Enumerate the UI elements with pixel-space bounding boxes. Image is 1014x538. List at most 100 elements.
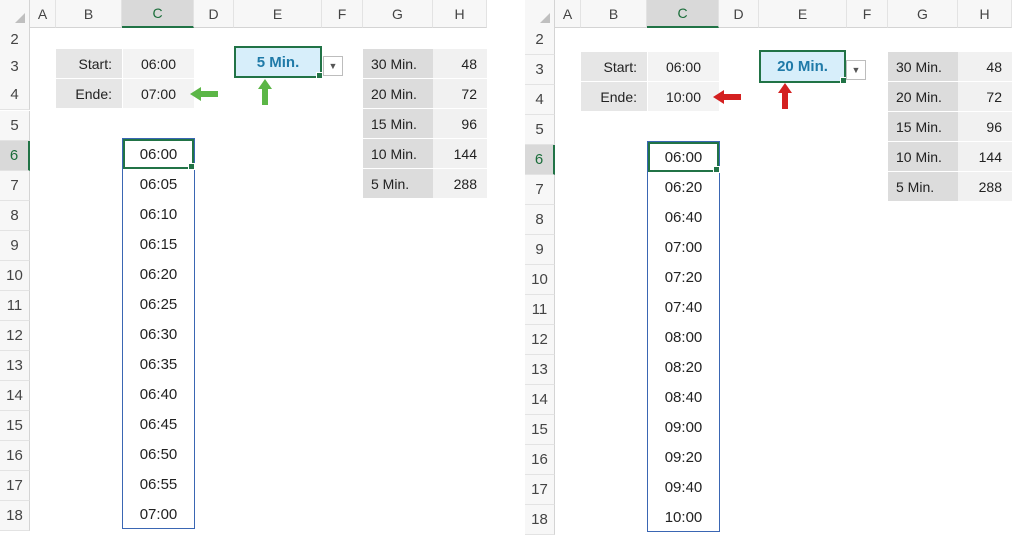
end-label[interactable]: Ende: xyxy=(581,82,647,111)
time-list-item[interactable]: 06:35 xyxy=(123,349,194,379)
row-header-13[interactable]: 13 xyxy=(525,355,555,385)
dropdown-arrow-button[interactable]: ▼ xyxy=(846,60,866,80)
row-header-8[interactable]: 8 xyxy=(0,201,30,231)
interval-table-count[interactable]: 96 xyxy=(433,109,487,138)
time-list-item[interactable]: 06:40 xyxy=(123,379,194,409)
interval-table-count[interactable]: 72 xyxy=(433,79,487,108)
time-list-item[interactable]: 08:00 xyxy=(648,322,719,352)
time-list-item[interactable]: 06:20 xyxy=(648,172,719,202)
col-header-h[interactable]: H xyxy=(433,0,487,28)
row-header-5[interactable]: 5 xyxy=(0,111,30,141)
row-header-15[interactable]: 15 xyxy=(525,415,555,445)
interval-table-label[interactable]: 30 Min. xyxy=(888,52,958,81)
col-header-g[interactable]: G xyxy=(363,0,433,28)
row-header-7[interactable]: 7 xyxy=(525,175,555,205)
row-header-18[interactable]: 18 xyxy=(0,501,30,531)
row-header-12[interactable]: 12 xyxy=(0,321,30,351)
time-list-item[interactable]: 06:55 xyxy=(123,469,194,499)
interval-table-count[interactable]: 144 xyxy=(958,142,1012,171)
time-list-item[interactable]: 09:20 xyxy=(648,442,719,472)
row-header-2[interactable]: 2 xyxy=(0,25,30,55)
fill-handle[interactable] xyxy=(316,72,323,79)
time-list-item[interactable]: 09:40 xyxy=(648,472,719,502)
row-header-13[interactable]: 13 xyxy=(0,351,30,381)
row-header-6[interactable]: 6 xyxy=(0,141,30,171)
col-header-a[interactable]: A xyxy=(555,0,581,28)
row-header-8[interactable]: 8 xyxy=(525,205,555,235)
col-header-e[interactable]: E xyxy=(234,0,322,28)
end-time-cell[interactable]: 10:00 xyxy=(648,82,719,111)
col-header-c[interactable]: C xyxy=(647,0,719,28)
interval-table-label[interactable]: 10 Min. xyxy=(363,139,433,168)
interval-table-label[interactable]: 10 Min. xyxy=(888,142,958,171)
col-header-b[interactable]: B xyxy=(56,0,122,28)
row-header-14[interactable]: 14 xyxy=(0,381,30,411)
time-list-item[interactable]: 06:00 xyxy=(648,142,720,173)
row-header-5[interactable]: 5 xyxy=(525,115,555,145)
time-list-item[interactable]: 06:00 xyxy=(123,139,195,170)
row-header-15[interactable]: 15 xyxy=(0,411,30,441)
row-header-4[interactable]: 4 xyxy=(0,80,30,110)
select-all-corner[interactable] xyxy=(0,0,30,28)
col-header-f[interactable]: F xyxy=(847,0,888,28)
row-header-11[interactable]: 11 xyxy=(0,291,30,321)
row-header-7[interactable]: 7 xyxy=(0,171,30,201)
time-list-item[interactable]: 06:10 xyxy=(123,199,194,229)
time-list-item[interactable]: 08:40 xyxy=(648,382,719,412)
end-label[interactable]: Ende: xyxy=(56,79,122,108)
col-header-a[interactable]: A xyxy=(30,0,56,28)
row-header-3[interactable]: 3 xyxy=(525,55,555,85)
col-header-d[interactable]: D xyxy=(194,0,234,28)
start-time-cell[interactable]: 06:00 xyxy=(648,52,719,81)
end-time-cell[interactable]: 07:00 xyxy=(123,79,194,108)
time-list-item[interactable]: 09:00 xyxy=(648,412,719,442)
row-header-14[interactable]: 14 xyxy=(525,385,555,415)
start-time-cell[interactable]: 06:00 xyxy=(123,49,194,78)
time-list-item[interactable]: 07:00 xyxy=(648,232,719,262)
time-list-item[interactable]: 06:50 xyxy=(123,439,194,469)
time-list-item[interactable]: 07:00 xyxy=(123,499,194,529)
time-list-item[interactable]: 06:30 xyxy=(123,319,194,349)
time-list-item[interactable]: 07:40 xyxy=(648,292,719,322)
row-header-17[interactable]: 17 xyxy=(525,475,555,505)
select-all-corner[interactable] xyxy=(525,0,555,28)
interval-table-label[interactable]: 5 Min. xyxy=(888,172,958,201)
interval-table-count[interactable]: 288 xyxy=(433,169,487,198)
time-list-item[interactable]: 10:00 xyxy=(648,502,719,532)
interval-table-label[interactable]: 20 Min. xyxy=(888,82,958,111)
col-header-g[interactable]: G xyxy=(888,0,958,28)
row-header-9[interactable]: 9 xyxy=(0,231,30,261)
interval-table-count[interactable]: 48 xyxy=(433,49,487,78)
time-list-item[interactable]: 07:20 xyxy=(648,262,719,292)
col-header-f[interactable]: F xyxy=(322,0,363,28)
interval-table-count[interactable]: 288 xyxy=(958,172,1012,201)
start-label[interactable]: Start: xyxy=(56,49,122,78)
interval-table-count[interactable]: 144 xyxy=(433,139,487,168)
col-header-d[interactable]: D xyxy=(719,0,759,28)
row-header-6[interactable]: 6 xyxy=(525,145,555,175)
interval-dropdown-cell[interactable]: 20 Min. xyxy=(759,50,847,84)
row-header-9[interactable]: 9 xyxy=(525,235,555,265)
time-list-item[interactable]: 06:20 xyxy=(123,259,194,289)
row-header-16[interactable]: 16 xyxy=(0,441,30,471)
row-header-12[interactable]: 12 xyxy=(525,325,555,355)
row-header-18[interactable]: 18 xyxy=(525,505,555,535)
interval-table-label[interactable]: 5 Min. xyxy=(363,169,433,198)
interval-dropdown-cell[interactable]: 5 Min. xyxy=(234,46,323,79)
col-header-h[interactable]: H xyxy=(958,0,1012,28)
row-header-11[interactable]: 11 xyxy=(525,295,555,325)
interval-table-count[interactable]: 96 xyxy=(958,112,1012,141)
row-header-2[interactable]: 2 xyxy=(525,25,555,55)
row-header-10[interactable]: 10 xyxy=(525,265,555,295)
time-list-item[interactable]: 06:15 xyxy=(123,229,194,259)
interval-table-label[interactable]: 20 Min. xyxy=(363,79,433,108)
interval-table-count[interactable]: 72 xyxy=(958,82,1012,111)
time-list-item[interactable]: 06:45 xyxy=(123,409,194,439)
row-header-17[interactable]: 17 xyxy=(0,471,30,501)
row-header-10[interactable]: 10 xyxy=(0,261,30,291)
interval-table-label[interactable]: 15 Min. xyxy=(363,109,433,138)
time-list-item[interactable]: 08:20 xyxy=(648,352,719,382)
col-header-c[interactable]: C xyxy=(122,0,194,28)
time-list-item[interactable]: 06:25 xyxy=(123,289,194,319)
dropdown-arrow-button[interactable]: ▼ xyxy=(323,56,343,76)
